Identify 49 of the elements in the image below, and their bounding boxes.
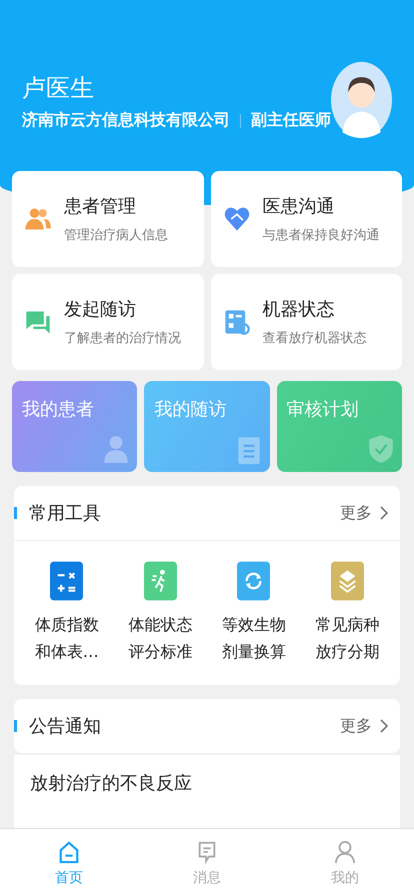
- person-icon: [103, 434, 130, 464]
- home-icon: [58, 839, 80, 865]
- tool-label: 放疗分期: [315, 642, 380, 663]
- calculator-icon: [50, 561, 84, 601]
- avatar-icon: [331, 60, 392, 140]
- tool-label: 评分标准: [128, 642, 192, 663]
- section-title: 公告通知: [29, 715, 102, 738]
- card-title: 发起随访: [64, 298, 137, 321]
- chevron-icon: [380, 719, 388, 733]
- card-title: 机器状态: [262, 298, 336, 321]
- more-link[interactable]: 更多: [340, 502, 388, 524]
- tool-label: 剂量换算: [222, 642, 286, 663]
- message-icon: [196, 839, 218, 865]
- shortcut-label: 审核计划: [286, 399, 359, 420]
- more-link[interactable]: 更多: [340, 716, 388, 736]
- tool-label: 和体表…: [34, 642, 99, 663]
- tool-item[interactable]: 常见病种 放疗分期: [300, 561, 394, 663]
- tool-item[interactable]: 体能状态 评分标准: [114, 561, 207, 663]
- tool-label: 体质指数: [34, 615, 99, 636]
- card-title: 医患沟通: [262, 195, 336, 218]
- card-subtitle: 了解患者的治疗情况: [64, 330, 181, 347]
- card-subtitle: 与患者保持良好沟通: [262, 227, 380, 244]
- shield-icon: [368, 434, 394, 464]
- feature-card[interactable]: 机器状态 查看放疗机器状态: [210, 274, 402, 370]
- chevron-icon: [380, 506, 388, 520]
- shortcut-label: 我的患者: [22, 399, 94, 420]
- job-title: 副主任医师: [251, 110, 331, 131]
- feature-card[interactable]: 发起随访 了解患者的治疗情况: [12, 274, 204, 370]
- runner-icon: [144, 561, 177, 601]
- heart-icon: [222, 205, 250, 233]
- clipboard-icon: [236, 434, 262, 464]
- card-title: 患者管理: [64, 195, 137, 218]
- feature-card[interactable]: 医患沟通 与患者保持良好沟通: [210, 171, 402, 267]
- shortcut-label: 我的随访: [154, 399, 226, 420]
- tool-item[interactable]: 体质指数 和体表…: [20, 561, 114, 663]
- feature-card[interactable]: 患者管理 管理治疗病人信息: [12, 171, 204, 267]
- tool-label: 等效生物: [222, 615, 286, 636]
- tool-item[interactable]: 等效生物 剂量换算: [207, 561, 300, 663]
- tool-label: 常见病种: [315, 615, 380, 636]
- card-subtitle: 管理治疗病人信息: [64, 227, 168, 244]
- user-icon: [334, 839, 356, 865]
- organization-name: 济南市云方信息科技有限公司: [22, 110, 230, 131]
- layers-icon: [330, 561, 364, 601]
- section-title: 常用工具: [29, 502, 102, 525]
- card-subtitle: 查看放疗机器状态: [262, 330, 366, 347]
- tool-label: 体能状态: [128, 615, 192, 636]
- dashboard-icon: [222, 308, 250, 336]
- refresh-icon: [237, 561, 270, 601]
- doctor-name: 卢医生: [22, 73, 95, 104]
